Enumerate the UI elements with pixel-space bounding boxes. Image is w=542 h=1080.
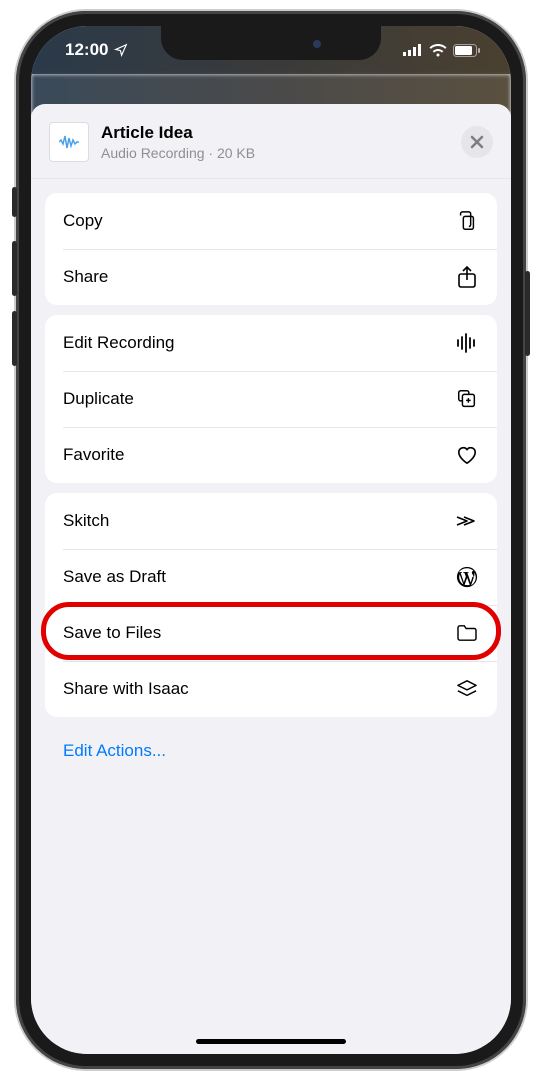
duplicate-icon	[455, 387, 479, 411]
edit-recording-action[interactable]: Edit Recording	[45, 315, 497, 371]
status-time: 12:00	[65, 40, 108, 60]
share-with-isaac-action[interactable]: Share with Isaac	[45, 661, 497, 717]
menu-item-label: Share	[63, 267, 108, 287]
close-icon	[470, 135, 484, 149]
wifi-icon	[429, 44, 447, 57]
menu-item-label: Edit Recording	[63, 333, 175, 353]
save-as-draft-action[interactable]: Save as Draft	[45, 549, 497, 605]
menu-item-label: Favorite	[63, 445, 124, 465]
waveform-icon	[455, 331, 479, 355]
mute-switch	[12, 187, 17, 217]
duplicate-action[interactable]: Duplicate	[45, 371, 497, 427]
menu-item-label: Copy	[63, 211, 103, 231]
menu-item-label: Save to Files	[63, 623, 161, 643]
edit-actions-button[interactable]: Edit Actions...	[45, 727, 497, 775]
share-action[interactable]: Share	[45, 249, 497, 305]
menu-item-label: Skitch	[63, 511, 109, 531]
location-icon	[114, 43, 128, 57]
share-sheet: Article Idea Audio Recording · 20 KB Cop…	[31, 104, 511, 1054]
close-button[interactable]	[461, 126, 493, 158]
home-indicator[interactable]	[196, 1039, 346, 1044]
stack-icon	[455, 677, 479, 701]
menu-item-label: Duplicate	[63, 389, 134, 409]
screen: 12:00 Article Idea	[31, 26, 511, 1054]
folder-icon	[455, 621, 479, 645]
copy-icon	[455, 209, 479, 233]
skitch-icon	[455, 509, 479, 533]
device-frame: 12:00 Article Idea	[0, 0, 542, 1080]
menu-groups: Copy Share	[31, 179, 511, 789]
item-thumbnail	[49, 122, 89, 162]
battery-icon	[453, 44, 481, 57]
sheet-header: Article Idea Audio Recording · 20 KB	[31, 104, 511, 179]
power-button	[525, 271, 530, 356]
menu-group: Skitch Save as Draft Save	[45, 493, 497, 717]
item-subtitle: Audio Recording · 20 KB	[101, 145, 449, 161]
phone-body: 12:00 Article Idea	[16, 11, 526, 1069]
audio-file-icon	[59, 134, 79, 150]
heart-icon	[455, 443, 479, 467]
copy-action[interactable]: Copy	[45, 193, 497, 249]
item-title: Article Idea	[101, 123, 449, 143]
notch	[161, 26, 381, 60]
edit-actions-label: Edit Actions...	[63, 741, 166, 760]
wordpress-icon	[455, 565, 479, 589]
menu-group: Copy Share	[45, 193, 497, 305]
menu-item-label: Share with Isaac	[63, 679, 189, 699]
save-to-files-action[interactable]: Save to Files	[45, 605, 497, 661]
favorite-action[interactable]: Favorite	[45, 427, 497, 483]
share-icon	[455, 265, 479, 289]
menu-group: Edit Recording Duplicate F	[45, 315, 497, 483]
volume-down-button	[12, 311, 17, 366]
signal-icon	[403, 44, 423, 56]
item-info: Article Idea Audio Recording · 20 KB	[101, 123, 449, 161]
volume-up-button	[12, 241, 17, 296]
menu-item-label: Save as Draft	[63, 567, 166, 587]
skitch-action[interactable]: Skitch	[45, 493, 497, 549]
